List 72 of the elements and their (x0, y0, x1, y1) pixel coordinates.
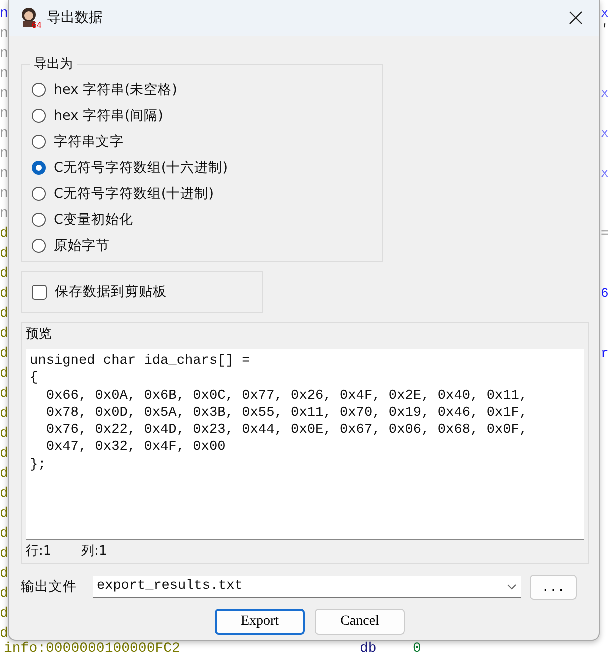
close-icon[interactable] (569, 11, 583, 25)
code-fragment: d (0, 265, 8, 284)
code-fragment: d (0, 245, 8, 264)
code-fragment: n (0, 5, 8, 24)
checkbox-option[interactable]: 保存数据到剪贴板 (32, 279, 167, 305)
code-fragment: d (0, 565, 8, 584)
radio-button[interactable] (32, 213, 46, 227)
code-fragment: d (0, 585, 8, 604)
code-fragment: d (0, 545, 8, 564)
code-fragment: d (0, 445, 8, 464)
code-fragment: n (0, 45, 8, 64)
code-fragment: d (0, 485, 8, 504)
radio-button[interactable] (32, 135, 46, 149)
group-label: 预览 (26, 326, 52, 344)
group-label: 导出为 (33, 56, 74, 73)
radio-option[interactable]: C变量初始化 (32, 207, 372, 233)
code-fragment: = (601, 225, 609, 243)
code-fragment: n (0, 145, 8, 164)
code-fragment: d (0, 525, 8, 544)
radio-button[interactable] (32, 83, 46, 97)
radio-option[interactable]: hex 字符串(间隔) (32, 103, 372, 129)
dialog-button[interactable]: Cancel (315, 609, 405, 635)
output-file-combobox[interactable]: export_results.txt (93, 576, 521, 598)
column-indicator: 列:1 (82, 543, 108, 560)
code-fragment: n (0, 65, 8, 84)
checkbox[interactable] (32, 284, 47, 300)
preview-text-area[interactable]: unsigned char ida_chars[] = { 0x66, 0x0A, 0x6B, 0x0C, 0x77, 0x26, 0x4F, 0x2E, 0x40, 0x11, 0x78, 0x0D, 0x5A, 0x3B, 0x55, 0x11, 0x70, 0x19, 0x46, 0x1F, 0x76, 0x22, 0x4D, 0x23, 0x44, 0x0E, 0x67, 0x06, 0x68, 0x0F, 0x47, 0x32, 0x4F, 0x00 }; (26, 349, 584, 540)
code-fragment: d (0, 425, 8, 444)
code-fragment: d (0, 365, 8, 384)
code-fragment: x (601, 5, 609, 23)
code-fragment: d (0, 345, 8, 364)
code-fragment: d (0, 405, 8, 424)
radio-option[interactable]: C无符号字符数组(十六进制) (32, 155, 372, 181)
code-fragment: d (0, 625, 8, 642)
browse-button[interactable]: ... (530, 574, 577, 600)
code-fragment: x (601, 85, 609, 103)
code-fragment: d (0, 505, 8, 524)
radio-option[interactable]: C无符号字符数组(十进制) (32, 181, 372, 207)
code-fragment: d (0, 225, 8, 244)
code-mnemonic: db (360, 640, 377, 653)
code-fragment: n (0, 105, 8, 124)
radio-option[interactable]: 原始字节 (32, 233, 372, 259)
code-fragment: x (601, 165, 609, 183)
code-fragment: n (0, 125, 8, 144)
radio-button[interactable] (32, 187, 46, 201)
row-indicator: 行:1 (26, 543, 52, 560)
code-fragment: r (601, 345, 609, 363)
code-fragment: d (0, 325, 8, 344)
code-fragment: n (0, 205, 8, 224)
chevron-down-icon[interactable] (507, 584, 517, 590)
radio-button[interactable] (32, 161, 46, 175)
code-fragment: n (0, 85, 8, 104)
code-operand: 0 (413, 640, 422, 653)
code-fragment: 6 (601, 285, 609, 303)
code-address: info:0000000100000FC2 (4, 640, 180, 653)
code-fragment: n (0, 25, 8, 44)
code-fragment: d (0, 385, 8, 404)
output-file-label: 输出文件 (21, 578, 78, 596)
code-fragment: d (0, 305, 8, 324)
code-fragment: d (0, 465, 8, 484)
code-fragment: ' (601, 21, 609, 39)
radio-button[interactable] (32, 239, 46, 253)
radio-option[interactable]: hex 字符串(未空格) (32, 77, 372, 103)
window-title: 导出数据 (47, 9, 103, 27)
code-fragment: x (601, 125, 609, 143)
code-fragment: n (0, 185, 8, 204)
dialog-button[interactable]: Export (215, 609, 305, 635)
code-fragment: n (0, 165, 8, 184)
code-fragment: d (0, 285, 8, 304)
radio-button[interactable] (32, 109, 46, 123)
radio-option[interactable]: 字符串文字 (32, 129, 372, 155)
code-fragment: d (0, 605, 8, 624)
